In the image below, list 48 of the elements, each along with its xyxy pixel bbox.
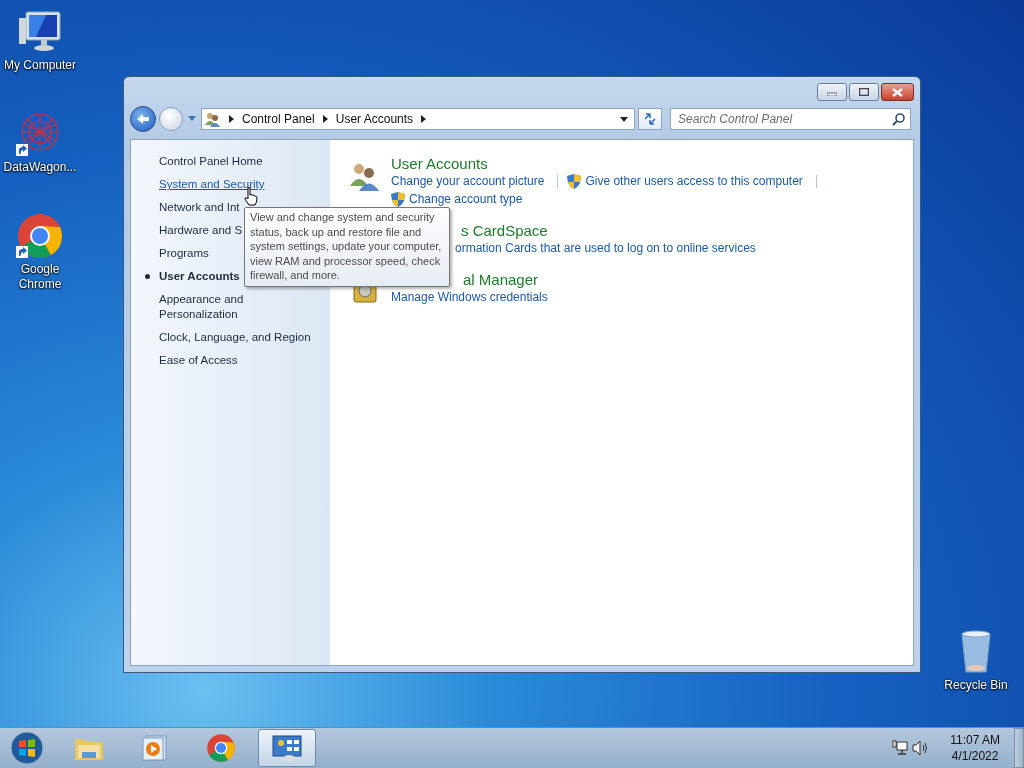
task-link[interactable]: Give other users access to this computer [585, 173, 803, 189]
desktop-icon-label[interactable]: Google Chrome [3, 262, 77, 292]
taskbar-button[interactable] [258, 729, 316, 767]
windows-logo-icon [10, 731, 44, 765]
search-icon[interactable] [892, 113, 905, 126]
task-link[interactable]: Change account type [409, 191, 523, 207]
media-player-icon [142, 734, 168, 762]
chevron-icon[interactable] [421, 115, 427, 123]
sidebar-link[interactable]: Hardware and S [143, 223, 243, 238]
refresh-button[interactable] [638, 108, 662, 130]
sidebar-link[interactable]: Programs [143, 246, 209, 261]
minimize-button[interactable] [817, 83, 847, 101]
sidebar-link[interactable]: Control Panel Home [143, 154, 263, 169]
sidebar-link[interactable]: Clock, Language, and Region [143, 330, 311, 345]
maximize-icon [859, 88, 869, 96]
back-button[interactable] [130, 106, 156, 132]
back-arrow-icon [136, 113, 150, 125]
breadcrumb-item[interactable]: Control Panel [242, 112, 315, 126]
tooltip: View and change system and security status, back up and restore file and system settings, update your computer, view RAM and processor speed, check firewall, and more. [244, 207, 450, 287]
chevron-icon[interactable] [229, 115, 234, 123]
search-field[interactable]: Search Control Panel [670, 108, 911, 130]
chrome-icon [206, 733, 236, 763]
task-link[interactable]: Change your account picture [391, 173, 545, 189]
refresh-icon [643, 112, 657, 126]
sidebar-link[interactable]: Appearance and Personalization [143, 292, 319, 322]
sidebar-link[interactable]: System and Security [143, 177, 265, 192]
breadcrumb-item[interactable]: User Accounts [335, 112, 414, 126]
sidebar-link[interactable]: User Accounts [143, 269, 240, 284]
chrome-icon[interactable] [16, 212, 64, 260]
desktop-icon-label[interactable]: My Computer [3, 58, 77, 73]
desktop-icon-label[interactable]: Recycle Bin [939, 678, 1013, 693]
maximize-button[interactable] [849, 83, 879, 101]
chevron-icon[interactable] [322, 115, 328, 123]
address-bar[interactable]: Control Panel User Accounts [201, 108, 635, 130]
sidebar-link[interactable]: Network and Int [143, 200, 240, 215]
category-heading[interactable]: User Accounts [391, 154, 831, 173]
task-link[interactable]: ormation Cards that are used to log on to online services [455, 240, 756, 256]
sidebar-link[interactable]: Ease of Access [143, 353, 238, 368]
control-panel-icon [272, 734, 302, 762]
close-button[interactable] [881, 83, 914, 101]
network-icon[interactable] [892, 740, 909, 756]
dropdown-caret-icon[interactable] [620, 116, 628, 122]
users-icon [205, 111, 221, 127]
clock-date[interactable]: 4/1/2022 [951, 748, 999, 764]
close-icon [892, 87, 903, 97]
desktop-icon-label[interactable]: DataWagon... [3, 160, 77, 175]
clock-time[interactable]: 11:07 AM [950, 732, 1000, 748]
task-link[interactable]: Manage Windows credentials [391, 289, 548, 305]
